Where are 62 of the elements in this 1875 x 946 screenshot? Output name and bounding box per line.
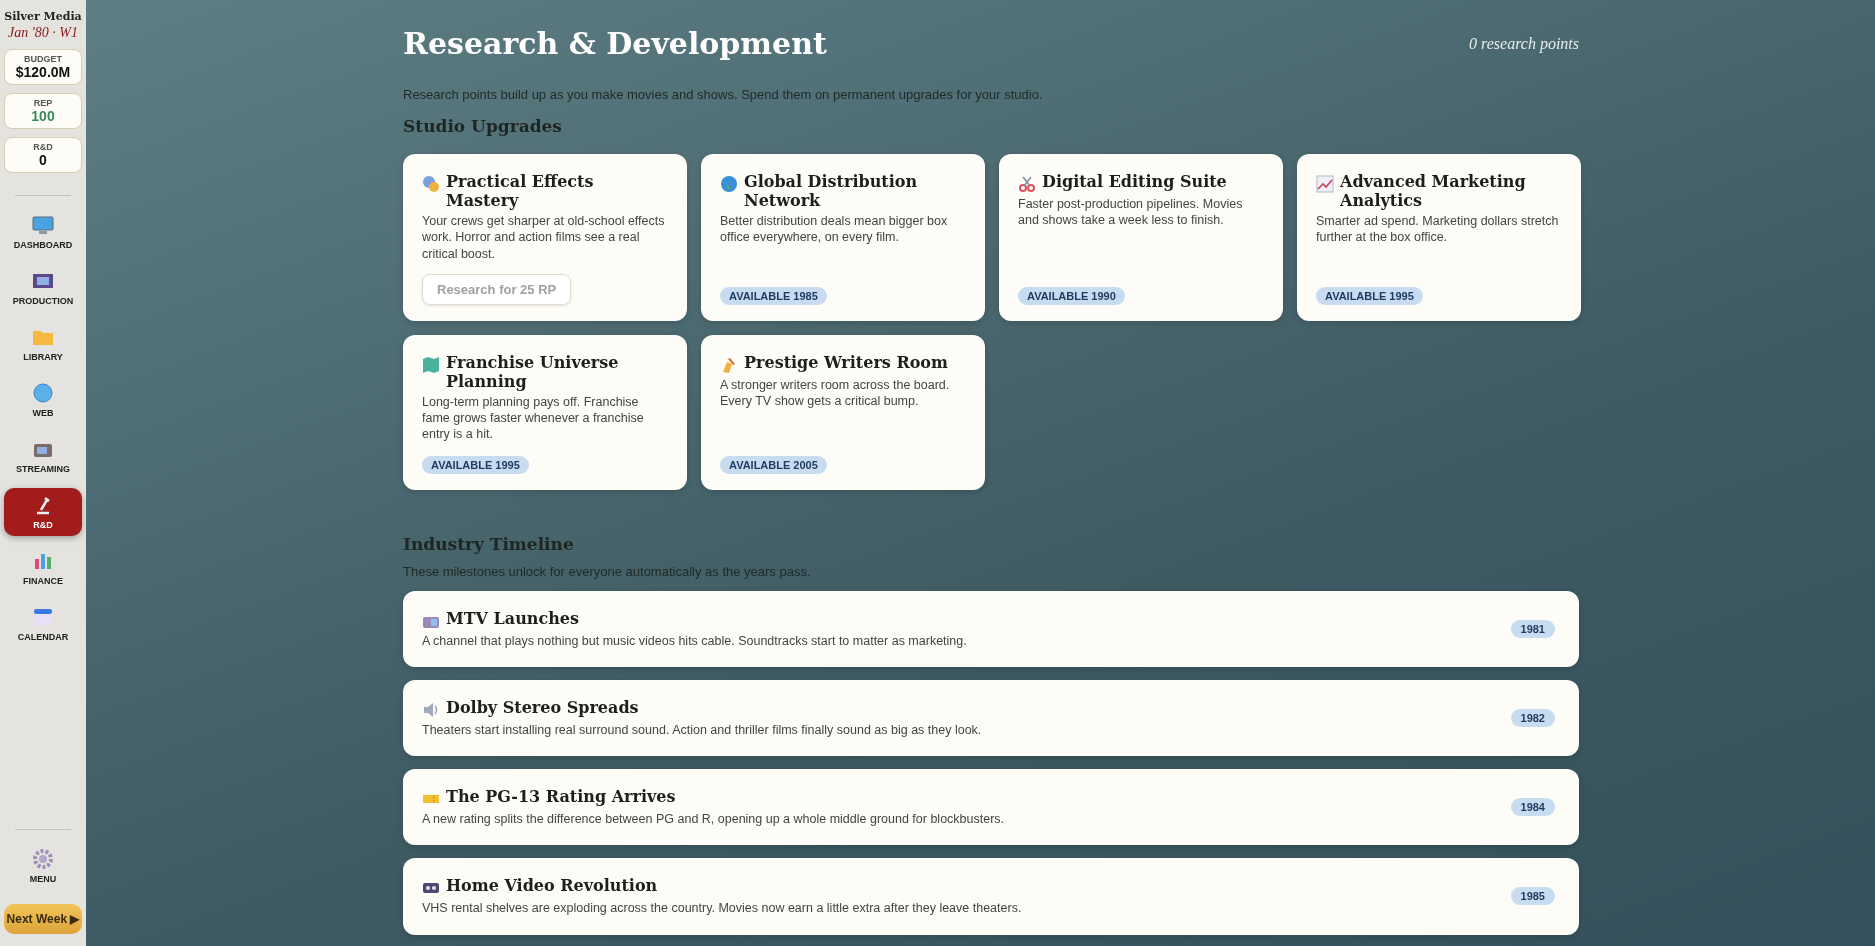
studio-name: Silver Media [4,10,82,23]
card-title: Global Distribution Network [744,172,919,210]
card-title: Franchise Universe Planning [446,352,620,391]
nav-item[interactable]: R&D [4,488,82,536]
next-week-button[interactable]: Next Week ▶ [3,904,83,934]
line-chart-icon [1316,175,1334,193]
stat-value: 100 [31,108,55,124]
availability-badge: AVAILABLE 1985 [720,286,827,305]
event-description: A new rating splits the difference between PG and R, opening up a whole middle ground for blockbusters. [422,811,1005,828]
card-title: Practical Effects Mastery [446,172,595,210]
section-heading: Industry Timeline [403,533,575,554]
nav-item[interactable]: CALENDAR [4,600,82,648]
card-description: Faster post-production pipelines. Movies and shows take a week less to finish. [1018,196,1244,229]
timeline-intro: These milestones unlock for everyone automatically as the years pass. [403,563,812,579]
stat-value: 0 [39,152,47,168]
stat-label: BUDGET [24,54,62,64]
game-date: Jan '80 · W1 [8,25,78,41]
card-description: Your crews get sharper at old-school effects work. Horror and action films see a real critical boost. [422,213,666,262]
section-heading: Studio Upgrades [403,116,563,136]
availability-badge: AVAILABLE 1995 [422,455,529,474]
nav-item[interactable]: FINANCE [4,544,82,592]
availability-badge: AVAILABLE 1990 [1018,286,1125,305]
event-title: Dolby Stereo Spreads [446,697,639,717]
calendar-icon [32,606,54,628]
nav-item[interactable]: LIBRARY [4,320,82,368]
nav-item[interactable]: STREAMING [4,432,82,480]
nav-item[interactable]: PRODUCTION [4,264,82,312]
year-badge: 1982 [1510,708,1555,727]
year-badge: 1981 [1510,619,1555,638]
event-description: VHS rental shelves are exploding across the country. Movies now earn a little extra after they leave theaters. [422,900,1022,917]
globe-icon [720,175,738,193]
card-title: Digital Editing Suite [1042,172,1227,191]
monitor-icon [32,214,54,236]
card-description: Long-term planning pays off. Franchise fame grows faster whenever a franchise entry is a hit. [422,393,645,443]
speaker-icon [422,700,440,719]
year-badge: 1984 [1510,798,1555,817]
stat-label: REP [33,98,53,108]
card-description: Smarter ad spend. Marketing dollars stretch further at the box office. [1316,213,1560,246]
event-description: Theaters start installing real surround sound. Action and thriller films finally sound as big as they look. [422,721,982,738]
map-icon [422,355,440,374]
intro-text: Research points build up as you make movies and shows. Spend them on permanent upgrades for your studio. [403,87,1044,102]
event-title: Home Video Revolution [446,876,658,896]
nav-item[interactable]: WEB [4,376,82,424]
card-description: Better distribution deals mean bigger box office everywhere, on every film. [720,213,949,246]
research-points: 0 research points [1469,34,1579,53]
card-title: Advanced Marketing Analytics [1340,172,1527,210]
card-description: A stronger writers room across the board. Every TV show gets a critical bump. [720,376,951,410]
page-title: Research & Development [403,26,827,61]
menu-button[interactable]: MENU [4,842,82,890]
year-badge: 1985 [1510,887,1555,906]
scissors-icon [1018,175,1036,193]
availability-badge: AVAILABLE 2005 [720,455,827,474]
availability-badge: AVAILABLE 1995 [1316,286,1423,305]
event-description: A channel that plays nothing but music videos hits cable. Soundtracks start to matter as marketing. [422,632,967,649]
globe-icon [32,382,54,404]
stat-label: R&D [33,142,53,152]
event-title: The PG-13 Rating Arrives [446,787,676,806]
card-title: Prestige Writers Room [744,352,948,372]
event-title: MTV Launches [446,608,580,628]
stat-value: $120.0M [15,64,71,80]
nav-item[interactable]: DASHBOARD [4,208,82,256]
settings-icon [32,848,54,870]
